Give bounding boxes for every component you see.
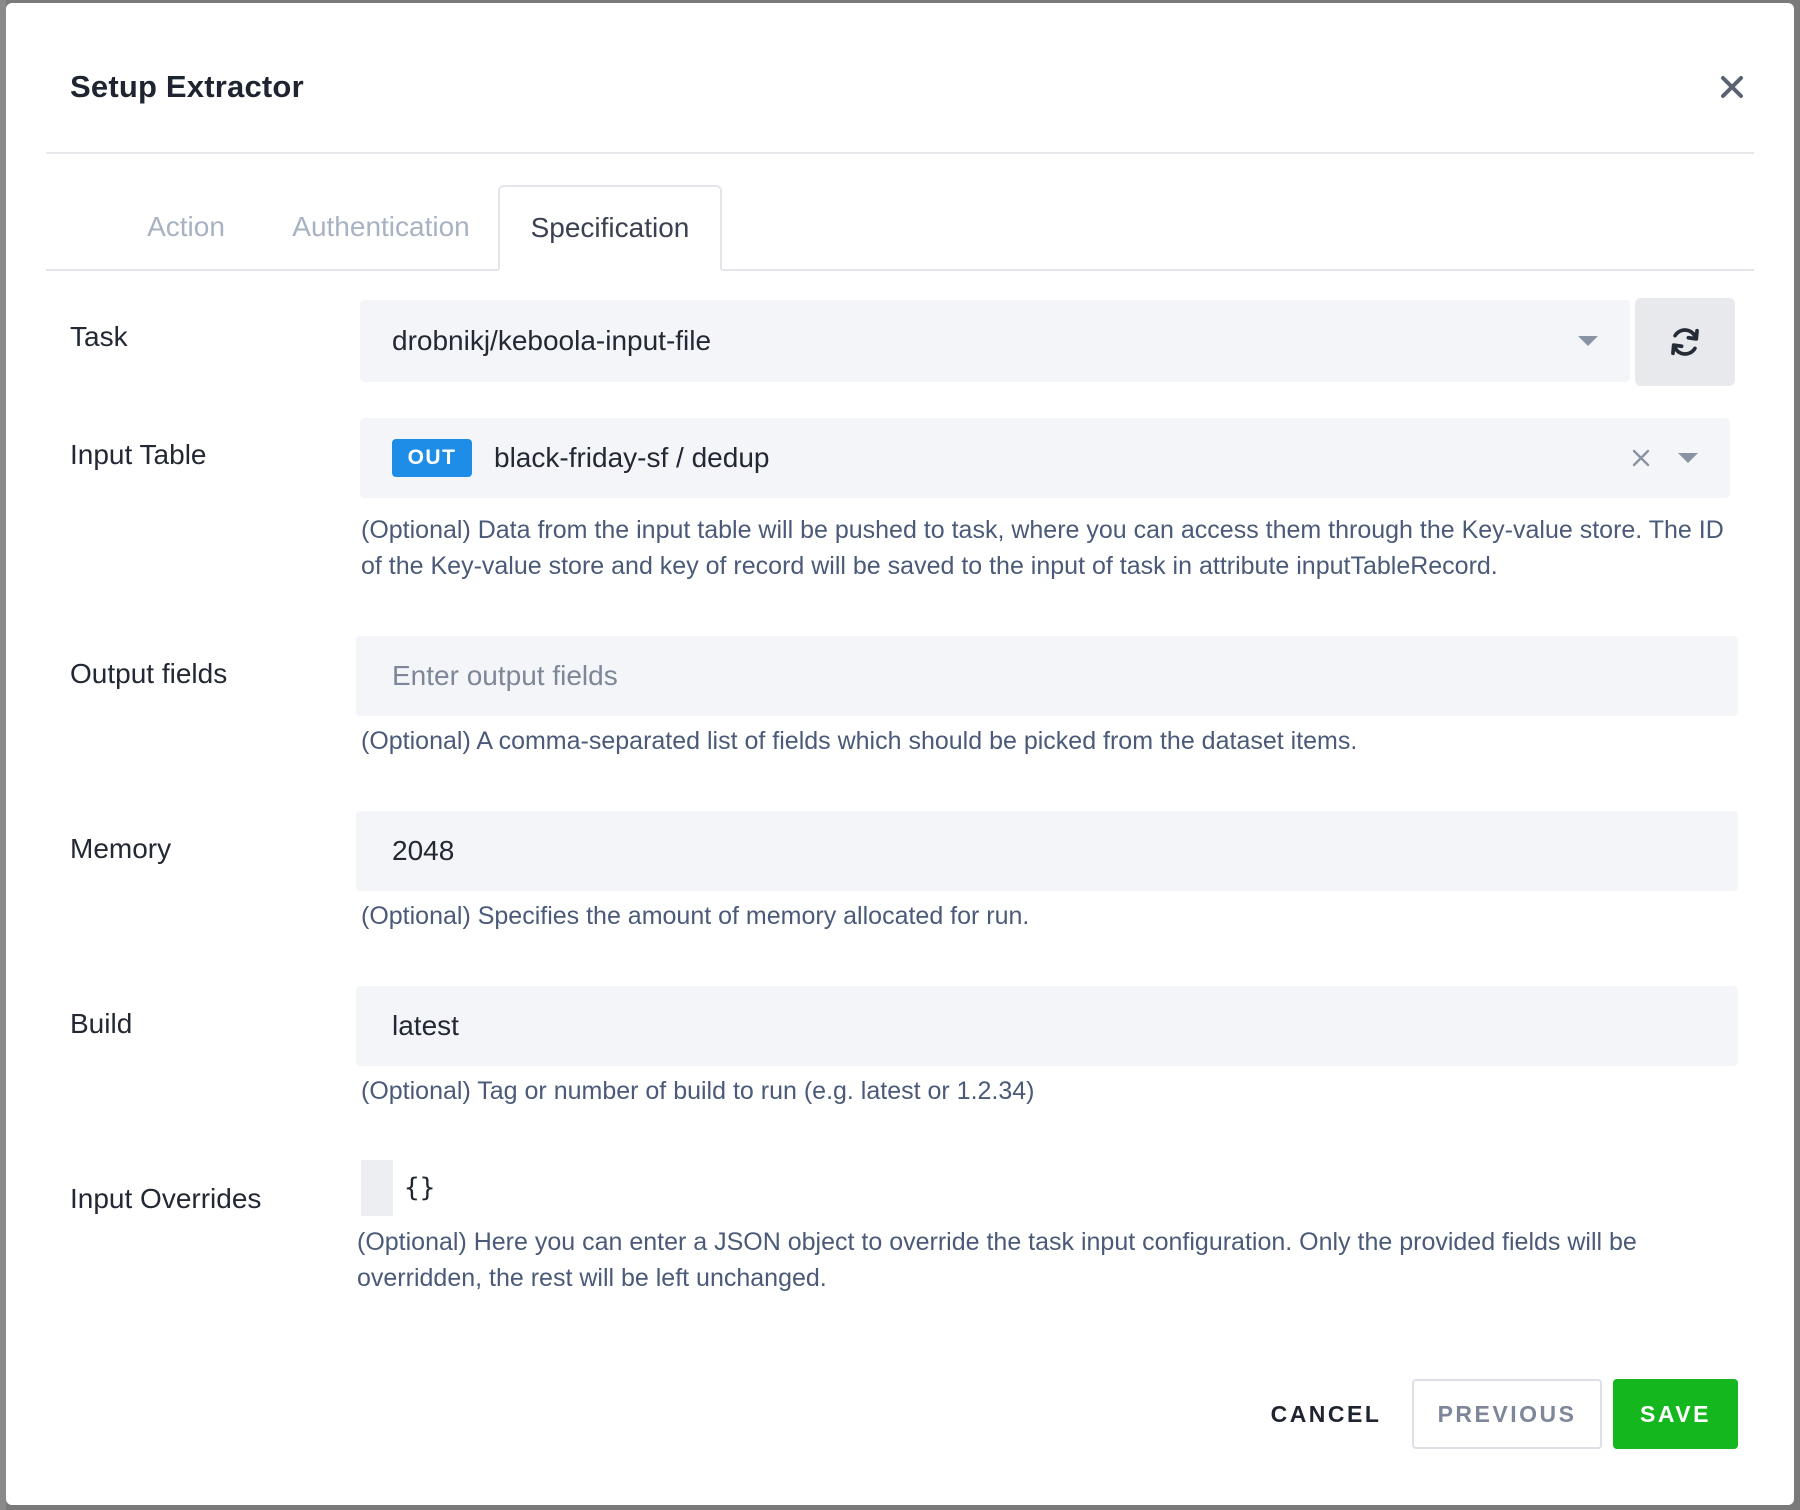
tab-action[interactable]: Action bbox=[106, 185, 266, 269]
build-input[interactable]: latest bbox=[356, 986, 1738, 1066]
input-overrides-label: Input Overrides bbox=[70, 1183, 262, 1214]
dialog-header: Setup Extractor bbox=[46, 3, 1754, 154]
chevron-down-icon bbox=[1678, 453, 1698, 463]
input-overrides-editor[interactable]: {} bbox=[404, 1173, 435, 1203]
refresh-icon bbox=[1671, 328, 1699, 356]
setup-extractor-dialog: Setup Extractor Action Authentication Sp… bbox=[6, 3, 1794, 1505]
stage-badge: OUT bbox=[392, 439, 472, 477]
clear-icon[interactable] bbox=[1632, 449, 1650, 467]
input-table-help: (Optional) Data from the input table wil… bbox=[361, 516, 1724, 580]
memory-label: Memory bbox=[70, 833, 172, 864]
task-label: Task bbox=[70, 321, 128, 352]
output-fields-label: Output fields bbox=[70, 658, 228, 689]
chevron-down-icon bbox=[1578, 336, 1598, 346]
input-table-label: Input Table bbox=[70, 439, 207, 470]
tab-authentication[interactable]: Authentication bbox=[276, 185, 486, 269]
cancel-button[interactable]: CANCEL bbox=[1251, 1379, 1401, 1449]
save-button[interactable]: SAVE bbox=[1613, 1379, 1738, 1449]
task-value: drobnikj/keboola-input-file bbox=[392, 325, 712, 356]
build-value: latest bbox=[392, 1010, 459, 1041]
input-table-value: black-friday-sf / dedup bbox=[494, 442, 770, 473]
tab-specification[interactable]: Specification bbox=[498, 185, 722, 271]
tab-bar: Action Authentication Specification bbox=[46, 185, 1754, 271]
build-help: (Optional) Tag or number of build to run… bbox=[361, 1077, 1035, 1105]
close-button[interactable] bbox=[1710, 65, 1754, 109]
input-table-select[interactable]: OUT black-friday-sf / dedup bbox=[360, 418, 1730, 498]
previous-button[interactable]: PREVIOUS bbox=[1412, 1379, 1602, 1449]
refresh-button[interactable] bbox=[1635, 298, 1735, 386]
task-select[interactable]: drobnikj/keboola-input-file bbox=[360, 300, 1630, 382]
output-fields-help: (Optional) A comma-separated list of fie… bbox=[361, 727, 1358, 755]
memory-input[interactable]: 2048 bbox=[356, 811, 1738, 891]
input-overrides-help: (Optional) Here you can enter a JSON obj… bbox=[357, 1228, 1637, 1292]
close-icon bbox=[1721, 76, 1743, 98]
dialog-title: Setup Extractor bbox=[70, 69, 304, 104]
build-label: Build bbox=[70, 1008, 133, 1039]
output-fields-input[interactable] bbox=[356, 636, 1738, 716]
memory-help: (Optional) Specifies the amount of memor… bbox=[361, 902, 1030, 930]
memory-value: 2048 bbox=[392, 835, 455, 866]
output-fields-text[interactable] bbox=[392, 660, 1702, 692]
code-editor-gutter bbox=[361, 1160, 393, 1216]
